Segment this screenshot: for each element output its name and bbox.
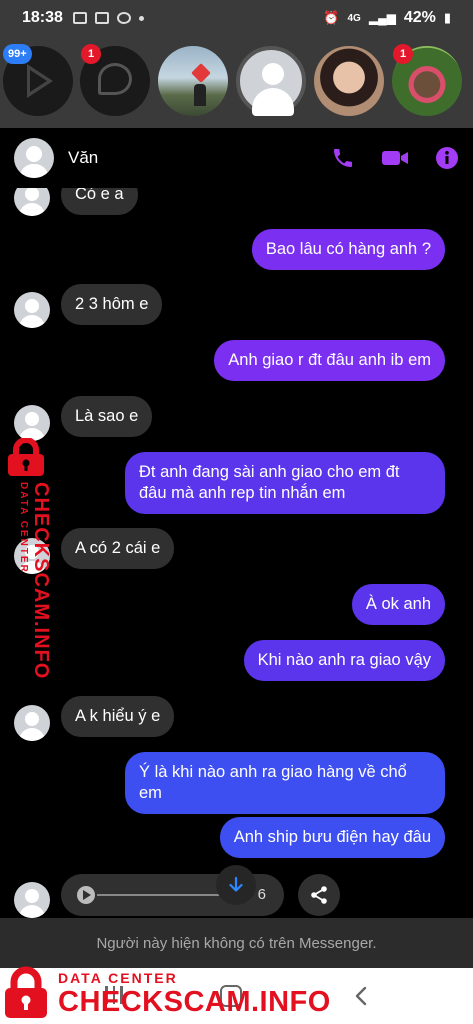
audio-duration: 6 [257,886,266,903]
system-nav-bar [0,968,473,1024]
sender-avatar [14,538,50,574]
shield-icon [94,12,109,24]
chat-head-couple-photo[interactable] [158,46,228,116]
status-right: ⏰ 4G ▂▄▆ 42% ▮ [323,9,451,27]
chat-panel: Văn Có e a Bao lâu có hàng anh ? 2 3 hôm… [0,128,473,918]
chat-header: Văn [0,128,473,188]
contact-avatar[interactable] [14,138,54,178]
audio-play-icon[interactable] [77,886,95,904]
message-outgoing[interactable]: Đt anh đang sài anh giao cho em đt đâu m… [125,452,445,514]
sender-avatar [14,405,50,441]
unread-badge: 1 [81,44,101,64]
sender-avatar [14,705,50,741]
message-incoming[interactable]: A có 2 cái e [61,528,175,569]
recent-apps-button[interactable] [105,986,123,1004]
messenger-icon [98,63,132,95]
scroll-to-bottom-button[interactable] [216,865,256,905]
status-time: 18:38 [22,9,63,26]
arrow-down-icon [229,876,243,892]
more-dot-icon [138,15,144,21]
battery-icon: ▮ [443,10,451,25]
home-button[interactable] [220,985,242,1007]
unread-badge: 99+ [3,44,32,64]
chat-heads-bar: 99+ 1 1 [0,36,473,128]
sender-avatar [14,882,50,918]
message-incoming[interactable]: A k hiểu ý e [61,696,175,737]
unavailable-notice: Người này hiện không có trên Messenger. [0,918,473,968]
message-outgoing[interactable]: À ok anh [351,584,445,625]
message-outgoing[interactable]: Bao lâu có hàng anh ? [251,229,445,270]
network-label: 4G [347,12,361,24]
chat-head-girl-photo[interactable] [314,46,384,116]
notification-icons [72,12,144,24]
phone-call-icon[interactable] [331,146,355,170]
message-outgoing[interactable]: Anh ship bưu điện hay đâu [219,817,445,858]
alarm-icon: ⏰ [323,10,340,25]
message-incoming[interactable]: 2 3 hôm e [61,284,163,325]
message-incoming[interactable]: Là sao e [61,396,153,437]
message-outgoing[interactable]: Anh giao r đt đâu anh ib em [214,340,445,381]
info-icon[interactable] [435,146,459,170]
share-button[interactable] [298,874,340,916]
back-button[interactable] [354,986,368,1006]
message-outgoing[interactable]: Ý là khi nào anh ra giao hàng về chổ em [125,752,445,814]
battery-level: 42% [403,9,436,26]
messenger-icon [116,12,131,24]
sender-avatar [14,292,50,328]
video-call-icon[interactable] [381,146,409,170]
heart-icon [191,63,211,83]
chat-head-active[interactable] [236,46,306,116]
signal-icon: ▂▄▆ [368,11,396,25]
unread-badge: 1 [393,44,413,64]
contact-name[interactable]: Văn [68,148,98,168]
status-bar: 18:38 ⏰ 4G ▂▄▆ 42% ▮ [0,0,473,36]
share-icon [311,886,327,904]
image-icon [72,12,87,24]
message-outgoing[interactable]: Khi nào anh ra giao vậy [243,640,445,681]
